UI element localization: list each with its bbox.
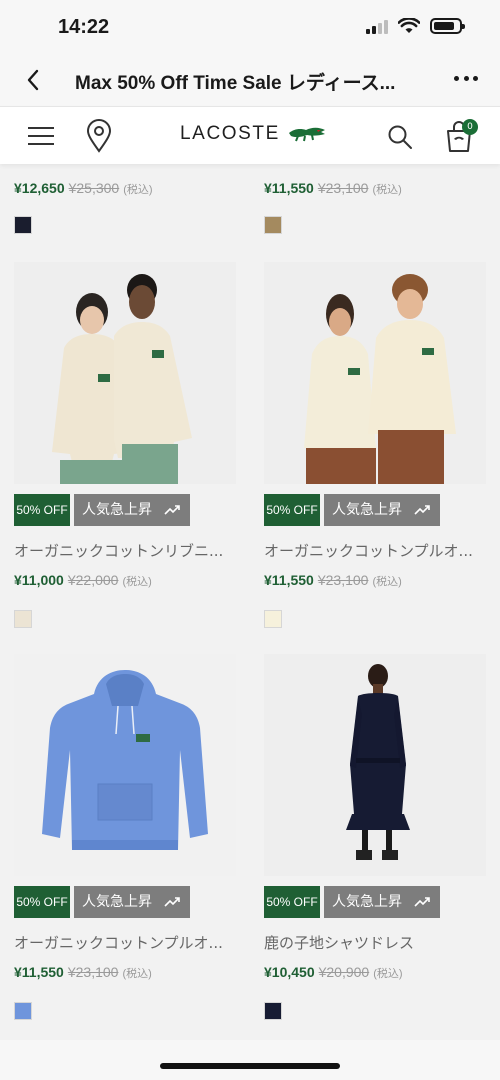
price-line: ¥11,550 ¥23,100 (税込) [264, 180, 486, 200]
sale-price: ¥11,550 [264, 572, 314, 588]
product-listing: ¥12,650 ¥25,300 (税込) ¥11,550 ¥23,100 (税込) [0, 164, 500, 1040]
previous-product-row: ¥12,650 ¥25,300 (税込) ¥11,550 ¥23,100 (税込) [0, 164, 500, 254]
status-icons [366, 18, 465, 34]
product-card[interactable]: 50% OFF 人気急上昇 オーガニックコットンリブニ... ¥11,000 ¥2… [14, 262, 236, 628]
original-price: ¥22,000 [67, 572, 119, 588]
navy-shirt-dress-icon [264, 654, 486, 876]
back-arrow-icon[interactable] [20, 66, 48, 94]
original-price: ¥20,900 [318, 964, 370, 980]
product-name[interactable]: オーガニックコットンプルオ... [264, 540, 486, 560]
battery-icon [430, 18, 465, 34]
product-card[interactable]: ¥12,650 ¥25,300 (税込) [14, 180, 236, 234]
tax-note: (税込) [122, 968, 152, 980]
status-bar: 14:22 [0, 0, 500, 56]
price-line: ¥11,550 ¥23,100 (税込) [264, 572, 486, 592]
sale-price: ¥10,450 [264, 964, 315, 980]
status-time: 14:22 [58, 16, 110, 38]
original-price: ¥25,300 [68, 180, 120, 196]
color-swatch[interactable] [14, 216, 32, 234]
product-card[interactable]: 50% OFF 人気急上昇 オーガニックコットンプルオ... ¥11,550 ¥2… [14, 654, 236, 1020]
store-locator-pin-icon[interactable] [86, 119, 112, 153]
trending-badge: 人気急上昇 [74, 494, 190, 526]
product-tags: 50% OFF 人気急上昇 [264, 494, 486, 526]
lacoste-logo[interactable]: LACOSTE [180, 123, 326, 145]
sale-price: ¥12,650 [14, 180, 65, 196]
product-image[interactable] [14, 262, 236, 484]
tax-note: (税込) [373, 968, 403, 980]
product-tags: 50% OFF 人気急上昇 [14, 494, 236, 526]
product-tags: 50% OFF 人気急上昇 [14, 886, 236, 918]
models-cream-hoodies-icon [264, 262, 486, 484]
price-line: ¥11,000 ¥22,000 (税込) [14, 572, 236, 592]
browser-title-bar: Max 50% Off Time Sale レディース... [0, 56, 500, 106]
product-name[interactable]: オーガニックコットンプルオ... [14, 932, 236, 952]
product-name[interactable]: 鹿の子地シャツドレス [264, 932, 486, 952]
wifi-icon [398, 18, 420, 33]
product-card[interactable]: ¥11,550 ¥23,100 (税込) [264, 180, 486, 234]
discount-badge: 50% OFF [264, 886, 320, 918]
color-swatch[interactable] [14, 610, 32, 628]
trending-label: 人気急上昇 [82, 894, 152, 910]
trending-label: 人気急上昇 [332, 502, 402, 518]
cellular-signal-icon [366, 18, 388, 34]
tax-note: (税込) [122, 576, 152, 588]
blue-hoodie-icon [14, 654, 236, 876]
original-price: ¥23,100 [67, 964, 119, 980]
logo-wordmark: LACOSTE [180, 123, 280, 144]
discount-badge: 50% OFF [14, 494, 70, 526]
discount-badge: 50% OFF [14, 886, 70, 918]
price-line: ¥11,550 ¥23,100 (税込) [14, 964, 236, 984]
sale-price: ¥11,000 [14, 572, 64, 588]
shopping-bag-button[interactable]: 0 [444, 119, 478, 155]
trending-up-icon [164, 505, 180, 515]
trending-badge: 人気急上昇 [324, 886, 440, 918]
tax-note: (税込) [372, 576, 402, 588]
color-swatch[interactable] [264, 216, 282, 234]
models-cream-sweaters-icon [14, 262, 236, 484]
cart-count-badge: 0 [462, 119, 478, 135]
trending-badge: 人気急上昇 [324, 494, 440, 526]
trending-label: 人気急上昇 [82, 502, 152, 518]
discount-badge: 50% OFF [264, 494, 320, 526]
price-line: ¥12,650 ¥25,300 (税込) [14, 180, 236, 200]
product-image[interactable] [14, 654, 236, 876]
trending-up-icon [414, 897, 430, 907]
product-tags: 50% OFF 人気急上昇 [264, 886, 486, 918]
trending-up-icon [164, 897, 180, 907]
price-line: ¥10,450 ¥20,900 (税込) [264, 964, 486, 984]
sale-price: ¥11,550 [264, 180, 314, 196]
more-options-icon[interactable] [454, 76, 478, 84]
color-swatch[interactable] [264, 610, 282, 628]
hamburger-menu-icon[interactable] [28, 127, 54, 147]
product-card[interactable]: 50% OFF 人気急上昇 鹿の子地シャツドレス ¥10,450 ¥20,900(… [264, 654, 486, 1020]
product-card[interactable]: 50% OFF 人気急上昇 オーガニックコットンプルオ... ¥11,550 ¥2… [264, 262, 486, 628]
color-swatch[interactable] [264, 1002, 282, 1020]
product-image[interactable] [264, 654, 486, 876]
crocodile-logo-icon [288, 127, 325, 142]
tax-note: (税込) [123, 184, 153, 196]
original-price: ¥23,100 [317, 180, 369, 196]
site-header: LACOSTE 0 [0, 106, 500, 164]
trending-up-icon [414, 505, 430, 515]
trending-label: 人気急上昇 [332, 894, 402, 910]
trending-badge: 人気急上昇 [74, 886, 190, 918]
product-image[interactable] [264, 262, 486, 484]
page-title: Max 50% Off Time Sale レディース... [75, 73, 396, 94]
product-name[interactable]: オーガニックコットンリブニ... [14, 540, 236, 560]
tax-note: (税込) [372, 184, 402, 196]
color-swatch[interactable] [14, 1002, 32, 1020]
home-indicator[interactable] [160, 1063, 340, 1069]
home-indicator-area [0, 1040, 500, 1080]
sale-price: ¥11,550 [14, 964, 64, 980]
search-icon[interactable] [386, 123, 414, 151]
original-price: ¥23,100 [317, 572, 369, 588]
